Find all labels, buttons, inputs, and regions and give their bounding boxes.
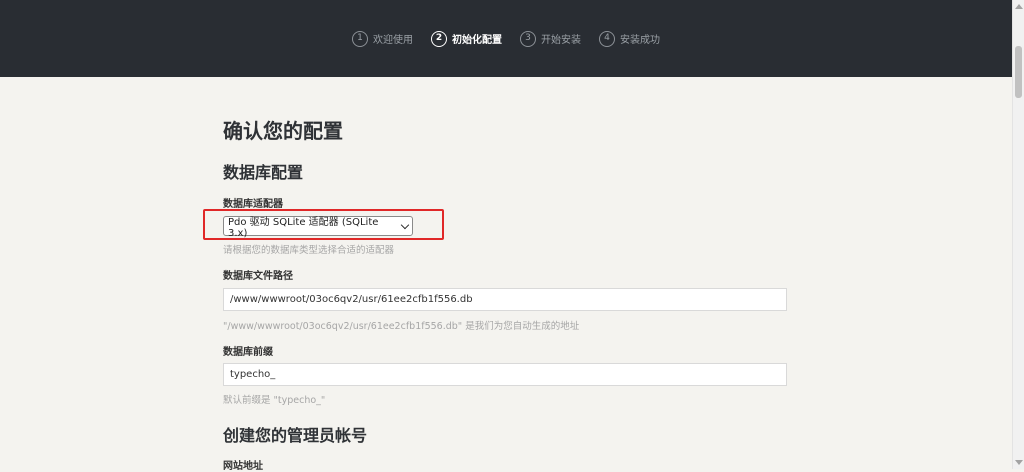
step-welcome: 1 欢迎使用 — [352, 30, 413, 47]
step-number: 1 — [352, 30, 368, 47]
scroll-down-arrow-icon[interactable] — [1015, 460, 1023, 465]
step-number: 4 — [599, 30, 615, 47]
site-url-label: 网站地址 — [223, 461, 263, 472]
top-header: 1 欢迎使用 2 初始化配置 3 开始安装 4 安装成功 — [0, 0, 1012, 77]
page-title: 确认您的配置 — [223, 119, 343, 143]
file-path-description: "/www/wwwroot/03oc6qv2/usr/61ee2cfb1f556… — [223, 321, 580, 332]
file-path-value: /www/wwwroot/03oc6qv2/usr/61ee2cfb1f556.… — [230, 294, 473, 305]
step-label: 开始安装 — [541, 35, 581, 46]
prefix-description: 默认前缀是 "typecho_" — [223, 395, 326, 406]
prefix-value: typecho_ — [230, 369, 276, 380]
install-steps: 1 欢迎使用 2 初始化配置 3 开始安装 4 安装成功 — [0, 0, 1012, 77]
db-section-title: 数据库配置 — [223, 163, 304, 182]
highlight-box — [203, 209, 444, 240]
file-path-label: 数据库文件路径 — [223, 271, 293, 282]
file-path-input[interactable]: /www/wwwroot/03oc6qv2/usr/61ee2cfb1f556.… — [223, 288, 787, 311]
step-install-success: 4 安装成功 — [599, 30, 660, 47]
step-label: 安装成功 — [620, 35, 660, 46]
step-label: 欢迎使用 — [373, 35, 413, 46]
step-label: 初始化配置 — [452, 35, 502, 46]
step-init-config: 2 初始化配置 — [431, 30, 502, 47]
adapter-label: 数据库适配器 — [223, 199, 283, 210]
step-number: 3 — [520, 30, 536, 47]
scrollbar-thumb[interactable] — [1015, 46, 1022, 98]
scroll-up-arrow-icon[interactable] — [1015, 4, 1023, 9]
step-number: 2 — [431, 30, 447, 47]
step-start-install: 3 开始安装 — [520, 30, 581, 47]
prefix-input[interactable]: typecho_ — [223, 363, 787, 386]
admin-section-title: 创建您的管理员帐号 — [223, 426, 368, 445]
vertical-scrollbar[interactable] — [1012, 0, 1024, 469]
adapter-description: 请根据您的数据库类型选择合适的适配器 — [223, 245, 395, 256]
prefix-label: 数据库前缀 — [223, 347, 273, 358]
